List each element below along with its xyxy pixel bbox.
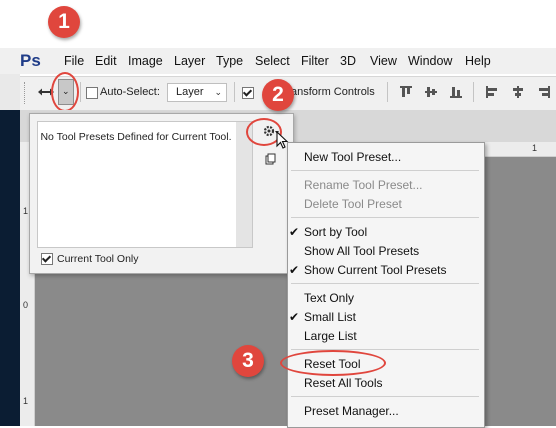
callout-ring-1 xyxy=(51,72,79,112)
callout-step-2: 2 xyxy=(262,79,294,111)
new-preset-icon[interactable] xyxy=(265,153,277,165)
menu-type[interactable]: Type xyxy=(216,53,243,69)
menu-layer[interactable]: Layer xyxy=(174,53,205,69)
menu-view[interactable]: View xyxy=(370,53,397,69)
menu-window[interactable]: Window xyxy=(408,53,452,69)
align-right-edges-icon[interactable] xyxy=(538,86,550,98)
checkmark-icon: ✔ xyxy=(289,225,300,239)
options-grip xyxy=(24,82,27,104)
divider xyxy=(387,82,388,102)
menu-reset-all-tools[interactable]: Reset All Tools xyxy=(304,374,383,392)
photoshop-logo: Ps xyxy=(20,51,41,70)
menu-separator xyxy=(291,170,479,171)
menu-text-only[interactable]: Text Only xyxy=(304,289,354,307)
callout-step-3: 3 xyxy=(232,345,264,377)
align-top-edges-icon[interactable] xyxy=(400,86,412,98)
callout-ring-3 xyxy=(280,350,386,376)
dropdown-value: Layer xyxy=(176,86,204,98)
menu-small-list[interactable]: Small List xyxy=(304,308,356,326)
transform-controls-label: ansform Controls xyxy=(291,86,375,98)
menu-edit[interactable]: Edit xyxy=(95,53,117,69)
menu-separator xyxy=(291,283,479,284)
current-tool-only-checkbox[interactable] xyxy=(41,253,53,265)
ruler-tick-label: 1 xyxy=(23,206,29,216)
show-transform-controls-checkbox[interactable] xyxy=(242,87,254,99)
menu-select[interactable]: Select xyxy=(255,53,290,69)
align-vertical-centers-icon[interactable] xyxy=(425,86,437,98)
menu-help[interactable]: Help xyxy=(465,53,491,69)
menu-large-list[interactable]: Large List xyxy=(304,327,357,345)
auto-select-checkbox[interactable] xyxy=(86,87,98,99)
menu-file[interactable]: File xyxy=(64,53,84,69)
divider xyxy=(234,82,235,102)
callout-step-1: 1 xyxy=(48,6,80,38)
align-bottom-edges-icon[interactable] xyxy=(450,86,462,98)
menu-separator xyxy=(291,396,479,397)
menu-delete-tool-preset: Delete Tool Preset xyxy=(304,197,402,211)
chevron-down-icon: ⌄ xyxy=(214,87,222,97)
menu-3d[interactable]: 3D xyxy=(340,53,356,69)
menu-new-tool-preset[interactable]: New Tool Preset... xyxy=(304,148,401,166)
align-left-edges-icon[interactable] xyxy=(486,86,498,98)
align-horizontal-centers-icon[interactable] xyxy=(512,86,524,98)
menu-preset-manager[interactable]: Preset Manager... xyxy=(304,402,399,420)
current-tool-only-label: Current Tool Only xyxy=(57,253,139,265)
ruler-tick-label: 1 xyxy=(532,143,538,153)
auto-select-label: Auto-Select: xyxy=(100,86,160,98)
checkmark-icon: ✔ xyxy=(289,263,300,277)
menu-rename-tool-preset: Rename Tool Preset... xyxy=(304,178,423,192)
menu-show-current-tool-presets[interactable]: Show Current Tool Presets xyxy=(304,261,447,279)
menu-show-all-tool-presets[interactable]: Show All Tool Presets xyxy=(304,242,419,260)
desktop-edge xyxy=(0,110,20,426)
menu-separator xyxy=(291,217,479,218)
ruler-tick-label: 0 xyxy=(23,300,29,310)
menu-sort-by-tool[interactable]: Sort by Tool xyxy=(304,223,367,241)
checkmark-icon: ✔ xyxy=(289,310,300,324)
auto-select-target-dropdown[interactable]: Layer ⌄ xyxy=(167,83,227,102)
menu-filter[interactable]: Filter xyxy=(301,53,329,69)
ruler-tick-label: 1 xyxy=(23,396,29,406)
menu-image[interactable]: Image xyxy=(128,53,163,69)
no-presets-message: No Tool Presets Defined for Current Tool… xyxy=(40,131,232,143)
divider xyxy=(80,82,81,102)
divider xyxy=(473,82,474,102)
